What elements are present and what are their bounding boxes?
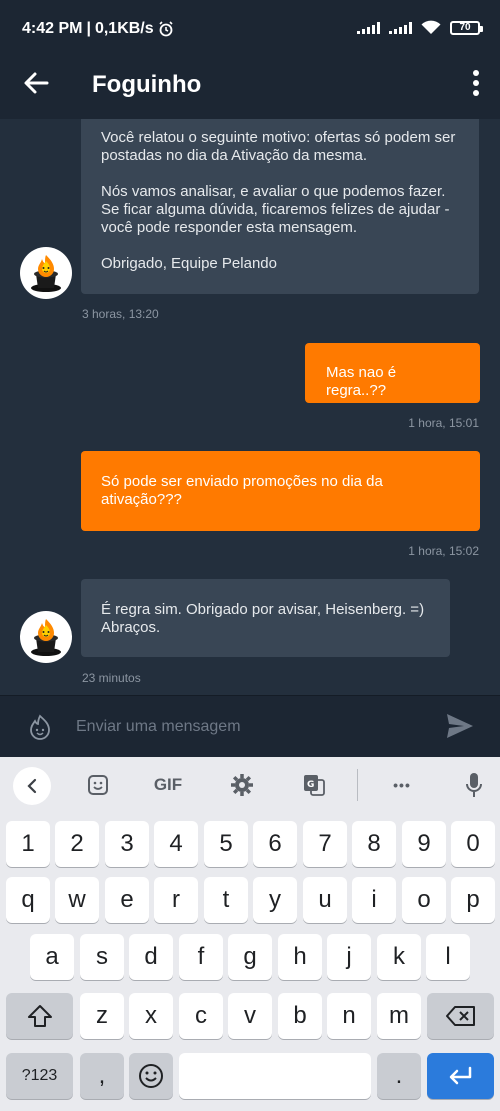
backspace-icon bbox=[445, 1006, 475, 1026]
key-t[interactable]: t bbox=[204, 877, 248, 923]
message-timestamp: 1 hora, 15:01 bbox=[408, 416, 479, 430]
foguinho-avatar-icon bbox=[31, 619, 61, 656]
status-bar: 4:42 PM | 0,1KB/s 70 bbox=[0, 0, 500, 47]
svg-text:G: G bbox=[307, 780, 314, 790]
backspace-key[interactable] bbox=[427, 993, 494, 1039]
enter-key[interactable] bbox=[427, 1053, 494, 1099]
status-left: 4:42 PM | 0,1KB/s bbox=[22, 20, 174, 38]
mic-icon[interactable] bbox=[462, 771, 486, 799]
key-m[interactable]: m bbox=[377, 993, 421, 1039]
message-paragraph: Obrigado, Equipe Pelando bbox=[101, 255, 277, 272]
shift-key[interactable] bbox=[6, 993, 73, 1039]
key-d[interactable]: d bbox=[129, 934, 173, 980]
status-right: 70 bbox=[357, 20, 483, 35]
symbols-label: ?123 bbox=[21, 1067, 58, 1084]
message-input[interactable] bbox=[76, 715, 416, 739]
key-p[interactable]: p bbox=[451, 877, 495, 923]
message-text: Mas nao é regra..?? bbox=[326, 364, 397, 399]
key-8[interactable]: 8 bbox=[352, 821, 396, 867]
key-q[interactable]: q bbox=[6, 877, 50, 923]
key-3[interactable]: 3 bbox=[105, 821, 149, 867]
gif-button[interactable]: GIF bbox=[148, 771, 188, 799]
toolbar-divider bbox=[357, 769, 358, 801]
key-h[interactable]: h bbox=[278, 934, 322, 980]
key-n[interactable]: n bbox=[327, 993, 371, 1039]
more-vert-icon[interactable] bbox=[472, 69, 480, 97]
message-paragraph: Nós vamos analisar, e avaliar o que pode… bbox=[101, 183, 450, 236]
app-bar: Foguinho bbox=[0, 47, 500, 119]
key-g[interactable]: g bbox=[228, 934, 272, 980]
comma-key[interactable]: , bbox=[80, 1053, 124, 1099]
message-timestamp: 1 hora, 15:02 bbox=[408, 544, 479, 558]
message-bubble-incoming[interactable]: É regra sim. Obrigado por avisar, Heisen… bbox=[81, 579, 450, 657]
message-timestamp: 3 horas, 13:20 bbox=[82, 307, 159, 321]
translate-icon[interactable]: G bbox=[300, 771, 328, 799]
emoji-key[interactable] bbox=[129, 1053, 173, 1099]
key-7[interactable]: 7 bbox=[303, 821, 347, 867]
sticker-icon[interactable] bbox=[84, 771, 112, 799]
key-e[interactable]: e bbox=[105, 877, 149, 923]
battery-icon: 70 bbox=[450, 20, 483, 35]
alarm-icon bbox=[159, 21, 173, 37]
key-o[interactable]: o bbox=[402, 877, 446, 923]
key-s[interactable]: s bbox=[80, 934, 124, 980]
key-4[interactable]: 4 bbox=[154, 821, 198, 867]
wifi-icon bbox=[421, 20, 441, 34]
enter-icon bbox=[449, 1066, 471, 1085]
send-icon[interactable] bbox=[446, 713, 474, 739]
space-key[interactable] bbox=[179, 1053, 371, 1099]
key-r[interactable]: r bbox=[154, 877, 198, 923]
message-timestamp: 23 minutos bbox=[82, 671, 141, 685]
key-j[interactable]: j bbox=[327, 934, 371, 980]
status-separator: | bbox=[86, 20, 91, 37]
message-composer bbox=[0, 695, 500, 757]
key-2[interactable]: 2 bbox=[55, 821, 99, 867]
message-paragraph: Você relatou o seguinte motivo: ofertas … bbox=[101, 129, 456, 164]
conversation-title: Foguinho bbox=[92, 71, 202, 98]
key-w[interactable]: w bbox=[55, 877, 99, 923]
symbols-key[interactable]: ?123 bbox=[6, 1053, 73, 1099]
key-k[interactable]: k bbox=[377, 934, 421, 980]
emoji-icon[interactable] bbox=[27, 714, 53, 740]
key-5[interactable]: 5 bbox=[204, 821, 248, 867]
shift-icon bbox=[27, 1005, 52, 1027]
status-time: 4:42 PM bbox=[22, 20, 83, 37]
signal-icon bbox=[389, 21, 412, 34]
message-text: Só pode ser enviado promoções no dia da … bbox=[101, 473, 383, 508]
key-y[interactable]: y bbox=[253, 877, 297, 923]
key-v[interactable]: v bbox=[228, 993, 272, 1039]
key-1[interactable]: 1 bbox=[6, 821, 50, 867]
more-horiz-icon[interactable]: ••• bbox=[386, 771, 418, 799]
key-f[interactable]: f bbox=[179, 934, 223, 980]
avatar bbox=[20, 611, 72, 663]
foguinho-avatar-icon bbox=[31, 255, 61, 292]
keyboard-toolbar: GIF G ••• bbox=[0, 757, 500, 813]
signal-icon bbox=[357, 21, 380, 34]
key-a[interactable]: a bbox=[30, 934, 74, 980]
key-b[interactable]: b bbox=[278, 993, 322, 1039]
network-speed: 0,1KB/s bbox=[94, 20, 154, 37]
arrow-left-icon[interactable] bbox=[22, 69, 50, 97]
key-z[interactable]: z bbox=[80, 993, 124, 1039]
key-0[interactable]: 0 bbox=[451, 821, 495, 867]
key-x[interactable]: x bbox=[129, 993, 173, 1039]
avatar bbox=[20, 247, 72, 299]
period-key[interactable]: . bbox=[377, 1053, 421, 1099]
battery-level: 70 bbox=[459, 21, 471, 33]
keyboard: GIF G ••• 1 2 3 4 5 6 7 8 9 0 q w e r t … bbox=[0, 757, 500, 1111]
key-9[interactable]: 9 bbox=[402, 821, 446, 867]
message-bubble-outgoing[interactable]: Só pode ser enviado promoções no dia da … bbox=[81, 451, 480, 531]
message-text: É regra sim. Obrigado por avisar, Heisen… bbox=[101, 601, 425, 636]
gear-icon[interactable] bbox=[228, 771, 256, 799]
key-l[interactable]: l bbox=[426, 934, 470, 980]
key-i[interactable]: i bbox=[352, 877, 396, 923]
chevron-left-icon[interactable] bbox=[13, 767, 51, 805]
key-6[interactable]: 6 bbox=[253, 821, 297, 867]
smiley-icon bbox=[139, 1064, 163, 1088]
message-bubble-incoming[interactable]: Você relatou o seguinte motivo: ofertas … bbox=[81, 119, 479, 294]
message-list[interactable]: Você relatou o seguinte motivo: ofertas … bbox=[0, 119, 500, 695]
message-bubble-outgoing[interactable]: Mas nao é regra..?? bbox=[305, 343, 480, 403]
key-u[interactable]: u bbox=[303, 877, 347, 923]
key-c[interactable]: c bbox=[179, 993, 223, 1039]
